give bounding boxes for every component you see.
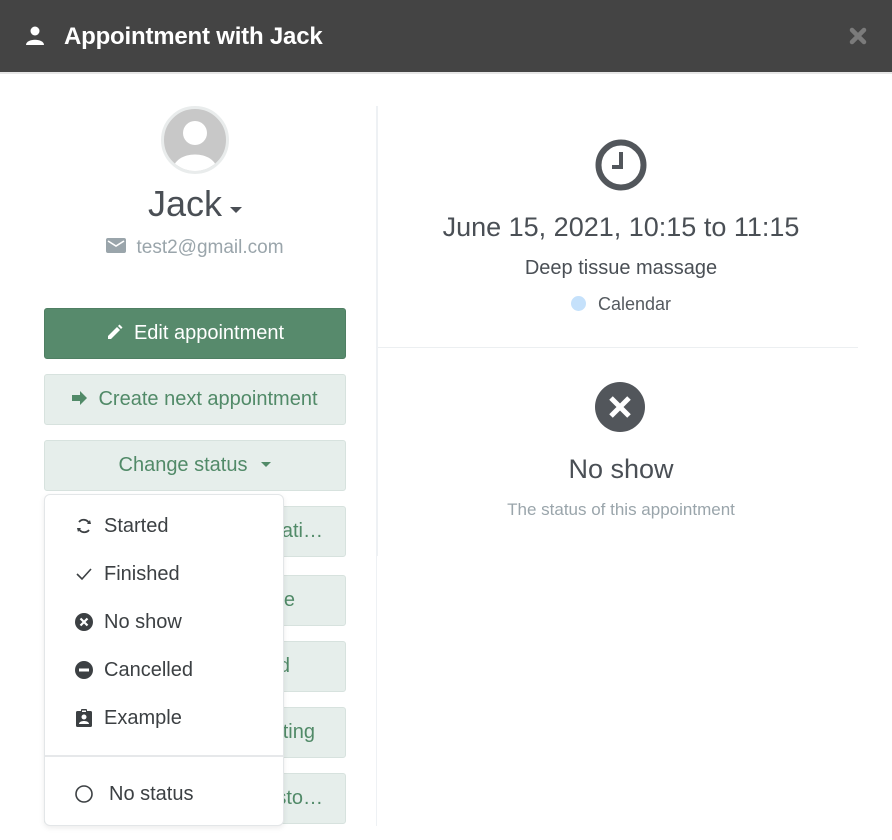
edit-appointment-button[interactable]: Edit appointment [44,308,346,359]
chevron-down-icon [230,206,243,213]
status-option-no-status[interactable]: No status [45,770,283,818]
service-name: Deep tissue massage [524,257,718,279]
change-status-button[interactable]: Change status [44,440,346,491]
status-title: No show [568,454,674,484]
status-option-started[interactable]: Started [45,502,283,550]
dialog-title: Appointment with Jack [64,23,323,50]
email-text: test2@gmail.com [136,237,284,258]
envelope-icon [106,238,127,254]
dialog-header: Appointment with Jack [0,0,892,74]
menu-separator [45,755,283,757]
appointment-datetime: June 15, 2021, 10:15 to 11:15 [442,212,800,242]
clock-icon [595,139,647,191]
client-name-toggle[interactable]: Jack [44,182,346,226]
close-icon[interactable] [848,26,868,46]
calendar-label: Calendar [378,293,864,315]
status-option-cancelled[interactable]: Cancelled [45,646,283,694]
column-divider-lower [376,556,377,826]
pencil-icon [107,324,123,340]
client-name: Jack [147,183,223,224]
section-divider [378,347,858,348]
check-icon [76,568,92,581]
badge-icon [76,709,92,727]
status-subtitle: The status of this appointment [507,500,735,519]
empty-circle-icon [75,785,93,803]
avatar [161,106,229,174]
client-email: test2@gmail.com [44,236,346,260]
status-option-no-show[interactable]: No show [45,598,283,646]
circle-minus-icon [75,661,93,679]
user-icon [26,26,44,45]
chevron-down-icon [261,462,272,468]
column-divider [376,106,378,556]
status-option-example[interactable]: Example [45,694,283,742]
status-dropdown-menu: Started Finished No show Cancelled Examp… [44,494,284,826]
status-option-finished[interactable]: Finished [45,550,283,598]
calendar-color-dot [570,296,586,312]
avatar-placeholder-icon [173,121,217,171]
refresh-icon [77,518,91,534]
circle-x-icon [595,382,645,432]
circle-x-icon [75,613,93,631]
create-next-appointment-button[interactable]: Create next appointment [44,374,346,425]
arrow-right-icon [72,391,88,406]
